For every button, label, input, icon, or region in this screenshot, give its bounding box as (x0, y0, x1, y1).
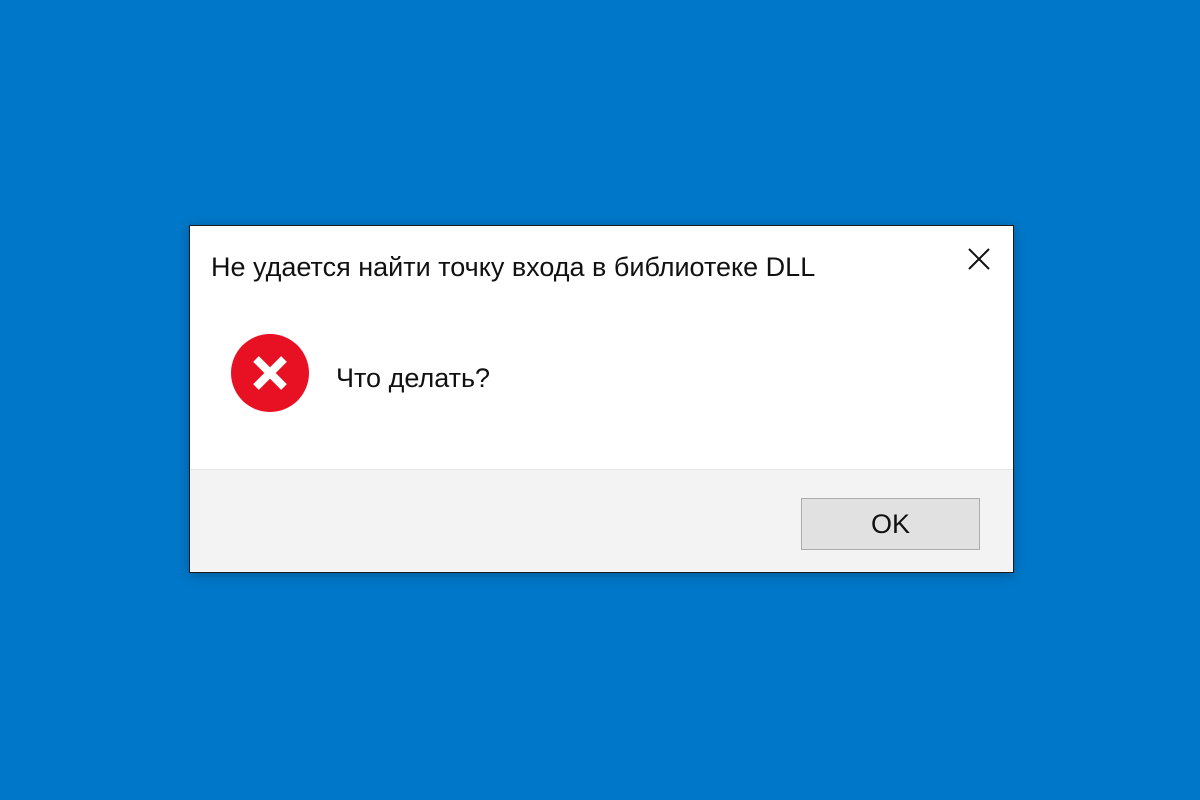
dialog-titlebar: Не удается найти точку входа в библиотек… (190, 226, 1013, 304)
dialog-message: Что делать? (336, 363, 491, 393)
ok-button[interactable]: OK (801, 498, 980, 550)
error-icon (231, 334, 309, 412)
close-button[interactable] (961, 241, 997, 277)
close-icon (968, 248, 990, 270)
dialog-content: Что делать? (190, 304, 1013, 469)
dialog-title: Не удается найти точку входа в библиотек… (211, 252, 816, 282)
desktop-background: Не удается найти точку входа в библиотек… (0, 0, 1200, 800)
dialog-footer: OK (190, 469, 1013, 572)
error-dialog: Не удается найти точку входа в библиотек… (189, 225, 1014, 573)
